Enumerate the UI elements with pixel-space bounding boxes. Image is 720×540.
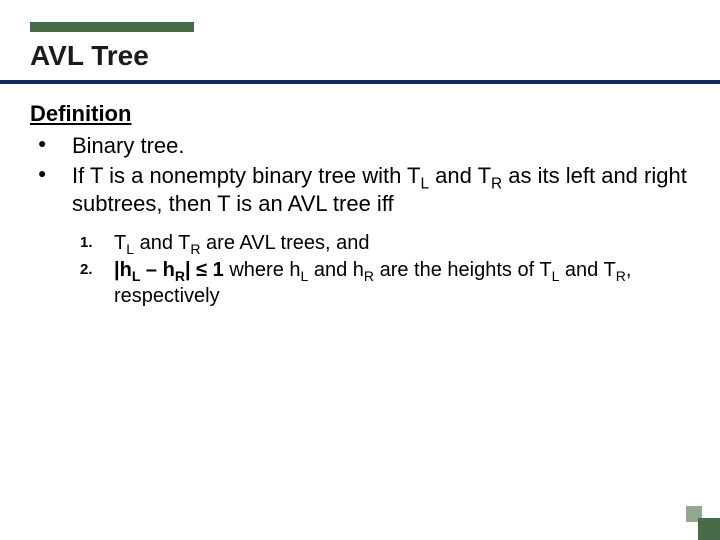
bullet-list: Binary tree. If T is a nonempty binary t…	[30, 132, 694, 218]
list-text: T	[114, 232, 126, 254]
list-marker: 1.	[80, 233, 93, 252]
leq-symbol: ≤	[196, 259, 207, 281]
body: Definition Binary tree. If T is a nonemp…	[30, 100, 694, 311]
bullet-text: and T	[429, 163, 491, 188]
txt: |	[185, 259, 196, 281]
list-text: and T	[559, 259, 615, 281]
subscript-R: R	[190, 241, 200, 257]
subscript-R: R	[364, 268, 374, 284]
list-text: where h	[224, 259, 301, 281]
subscript-L: L	[126, 241, 134, 257]
txt: |h	[114, 259, 132, 281]
subscript-R: R	[616, 268, 626, 284]
title-row: AVL Tree	[0, 22, 720, 70]
subscript-L: L	[421, 176, 430, 193]
list-marker: 2.	[80, 260, 93, 279]
list-text: and h	[308, 259, 364, 281]
definition-heading: Definition	[30, 100, 694, 128]
txt: – h	[140, 259, 174, 281]
numbered-item-1: 1. TL and TR are AVL trees, and	[80, 231, 694, 257]
bullet-text: Binary tree.	[72, 133, 185, 158]
numbered-list: 1. TL and TR are AVL trees, and 2. |hL –…	[30, 231, 694, 310]
numbered-item-2: 2. |hL – hR| ≤ 1 where hL and hR are the…	[80, 258, 694, 309]
list-text: are AVL trees, and	[200, 232, 369, 254]
bullet-text: If T is a nonempty binary tree with T	[72, 163, 421, 188]
txt: 1	[207, 259, 224, 281]
slide-title: AVL Tree	[30, 40, 149, 72]
title-underline	[0, 80, 720, 84]
subscript-R: R	[491, 176, 502, 193]
title-accent-bar	[30, 22, 194, 32]
subscript-R: R	[175, 268, 185, 284]
list-text-bold: |hL – hR| ≤ 1	[114, 259, 224, 281]
list-text: and T	[134, 232, 190, 254]
corner-square-icon	[698, 518, 720, 540]
bullet-item-2: If T is a nonempty binary tree with TL a…	[38, 162, 694, 218]
corner-decoration	[686, 506, 720, 540]
list-text: are the heights of T	[374, 259, 552, 281]
bullet-item-1: Binary tree.	[38, 132, 694, 160]
slide: AVL Tree Definition Binary tree. If T is…	[0, 0, 720, 540]
